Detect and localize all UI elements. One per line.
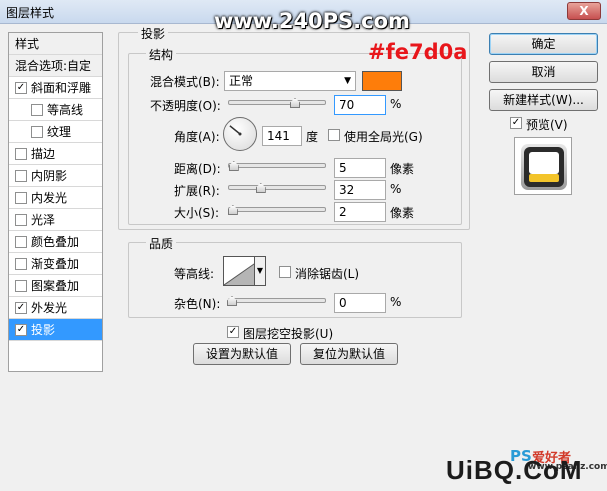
sidebar-item-7[interactable]: 颜色叠加 [9, 231, 102, 253]
window-title: 图层样式 [6, 6, 55, 20]
spread-input[interactable]: 32 [334, 180, 386, 200]
sidebar-item-label: 斜面和浮雕 [31, 81, 92, 95]
noise-unit: % [390, 295, 402, 309]
blend-mode-label: 混合模式(B): [150, 75, 220, 89]
sidebar-item-checkbox[interactable] [15, 192, 27, 204]
distance-input[interactable]: 5 [334, 158, 386, 178]
structure-title: 结构 [146, 46, 177, 63]
preview-label: 预览(V) [526, 118, 568, 132]
sidebar-item-2[interactable]: 纹理 [9, 121, 102, 143]
style-list-header: 样式 [9, 33, 102, 55]
global-light-label: 使用全局光(G) [344, 130, 423, 144]
sidebar-item-checkbox[interactable] [15, 236, 27, 248]
size-slider[interactable] [228, 207, 326, 212]
sidebar-item-label: 等高线 [47, 103, 84, 117]
blend-options-item[interactable]: 混合选项:自定 [9, 55, 102, 77]
uibq-logo-text: UiBQ.CoM [446, 455, 583, 485]
quality-title: 品质 [146, 235, 177, 252]
antialias-checkbox[interactable] [279, 266, 291, 278]
opacity-input[interactable]: 70 [334, 95, 386, 115]
sidebar-item-9[interactable]: 图案叠加 [9, 275, 102, 297]
sidebar-item-4[interactable]: 内阴影 [9, 165, 102, 187]
contour-label: 等高线: [174, 267, 215, 281]
contour-dropdown-button[interactable]: ▼ [254, 256, 266, 286]
opacity-slider[interactable] [228, 100, 326, 105]
sidebar-item-checkbox[interactable]: ✓ [15, 324, 27, 336]
noise-slider[interactable] [228, 298, 326, 303]
noise-input[interactable]: 0 [334, 293, 386, 313]
sidebar-item-label: 颜色叠加 [31, 235, 80, 249]
sidebar-item-label: 内发光 [31, 191, 68, 205]
make-default-button[interactable]: 设置为默认值 [193, 343, 291, 365]
knockout-checkbox[interactable]: ✓ [227, 326, 239, 338]
sidebar-item-checkbox[interactable] [15, 280, 27, 292]
sidebar-item-checkbox[interactable]: ✓ [15, 82, 27, 94]
sidebar-item-5[interactable]: 内发光 [9, 187, 102, 209]
sidebar-item-10[interactable]: ✓ 外发光 [9, 297, 102, 319]
reset-default-button[interactable]: 复位为默认值 [300, 343, 398, 365]
style-list: 样式 混合选项:自定 ✓ 斜面和浮雕等高线纹理描边内阴影内发光光泽颜色叠加渐变叠加… [8, 32, 103, 372]
sidebar-item-checkbox[interactable] [15, 170, 27, 182]
watermark-text: www.240PS.com [214, 9, 410, 33]
distance-unit: 像素 [390, 162, 415, 176]
sidebar-item-label: 图案叠加 [31, 279, 80, 293]
sidebar-item-label: 投影 [31, 323, 56, 337]
sidebar-item-checkbox[interactable] [31, 126, 43, 138]
ok-button[interactable]: 确定 [489, 33, 598, 55]
sidebar-item-checkbox[interactable]: ✓ [15, 302, 27, 314]
global-light-checkbox[interactable] [328, 129, 340, 141]
sidebar-item-checkbox[interactable] [15, 258, 27, 270]
opacity-unit: % [390, 97, 402, 111]
color-hex-annotation: #fe7d0a [368, 40, 468, 64]
chevron-down-icon: ▼ [256, 266, 264, 275]
sidebar-item-label: 外发光 [31, 301, 68, 315]
spread-unit: % [390, 182, 402, 196]
opacity-label: 不透明度(O): [150, 99, 221, 113]
sidebar-item-6[interactable]: 光泽 [9, 209, 102, 231]
angle-dial[interactable] [223, 117, 257, 151]
sidebar-item-0[interactable]: ✓ 斜面和浮雕 [9, 77, 102, 99]
sidebar-item-checkbox[interactable] [15, 214, 27, 226]
angle-unit: 度 [306, 130, 319, 144]
sidebar-item-label: 光泽 [31, 213, 56, 227]
size-label: 大小(S): [174, 206, 220, 220]
cancel-button[interactable]: 取消 [489, 61, 598, 83]
blend-mode-select[interactable]: 正常 ▼ [224, 71, 356, 91]
sidebar-item-label: 内阴影 [31, 169, 68, 183]
size-unit: 像素 [390, 206, 415, 220]
sidebar-item-label: 渐变叠加 [31, 257, 80, 271]
size-input[interactable]: 2 [334, 202, 386, 222]
spread-slider[interactable] [228, 185, 326, 190]
chevron-down-icon: ▼ [344, 76, 351, 86]
close-button[interactable]: X [567, 2, 601, 20]
noise-label: 杂色(N): [174, 297, 221, 311]
preview-checkbox[interactable]: ✓ [510, 117, 522, 129]
spread-label: 扩展(R): [174, 184, 220, 198]
angle-input[interactable]: 141 [262, 126, 302, 146]
sidebar-item-checkbox[interactable] [15, 148, 27, 160]
sidebar-item-checkbox[interactable] [31, 104, 43, 116]
new-style-button[interactable]: 新建样式(W)... [489, 89, 598, 111]
style-preview-thumbnail [514, 137, 572, 195]
distance-slider[interactable] [228, 163, 326, 168]
antialias-label: 消除锯齿(L) [295, 267, 360, 281]
sidebar-item-1[interactable]: 等高线 [9, 99, 102, 121]
shadow-color-swatch[interactable] [362, 71, 402, 91]
distance-label: 距离(D): [174, 162, 221, 176]
sidebar-item-8[interactable]: 渐变叠加 [9, 253, 102, 275]
section-title: 投影 [138, 25, 169, 42]
sidebar-item-label: 纹理 [47, 125, 72, 139]
knockout-label: 图层挖空投影(U) [243, 327, 334, 341]
sidebar-item-label: 描边 [31, 147, 56, 161]
angle-needle-icon [229, 125, 242, 136]
preview-swatch-icon [521, 144, 567, 190]
sidebar-item-3[interactable]: 描边 [9, 143, 102, 165]
sidebar-item-11[interactable]: ✓ 投影 [9, 319, 102, 341]
blend-mode-value: 正常 [229, 74, 254, 88]
angle-label: 角度(A): [174, 130, 220, 144]
